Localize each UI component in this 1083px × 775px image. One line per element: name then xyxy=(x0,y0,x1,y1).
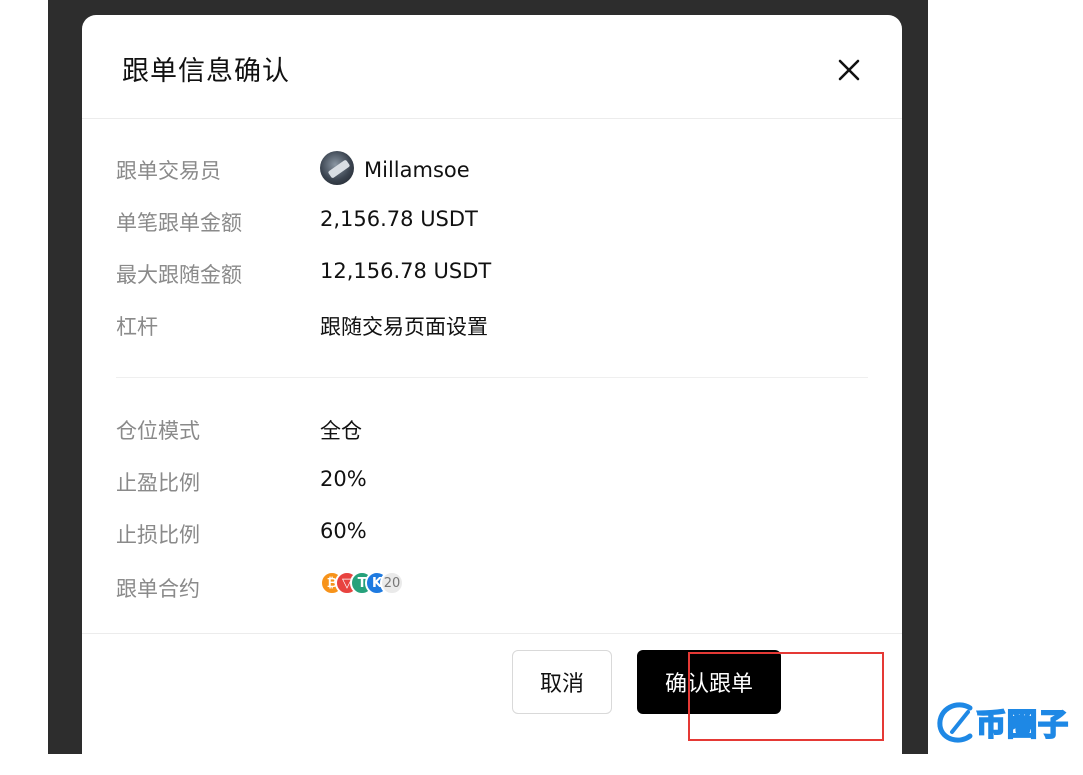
setting-row-contracts: 跟单合约 ₿ ▽ T K 20 xyxy=(116,569,876,601)
contract-coin-stack: ₿ ▽ T K 20 xyxy=(320,571,404,595)
leverage-value: 跟随交易页面设置 xyxy=(320,315,488,339)
setting-row-take-profit: 止盈比例 20% xyxy=(116,463,876,495)
contracts-label: 跟单合约 xyxy=(116,577,200,601)
detail-row-single-amount: 单笔跟单金额 2,156.78 USDT xyxy=(116,203,876,235)
take-profit-value: 20% xyxy=(320,467,367,491)
contracts-value[interactable]: ₿ ▽ T K 20 xyxy=(320,571,404,595)
setting-row-margin-mode: 仓位模式 全仓 xyxy=(116,411,876,443)
single-amount-label: 单笔跟单金额 xyxy=(116,211,242,235)
close-button[interactable] xyxy=(832,53,866,87)
confirm-follow-button[interactable]: 确认跟单 xyxy=(637,650,781,714)
dialog-title: 跟单信息确认 xyxy=(122,56,290,87)
stop-loss-label: 止损比例 xyxy=(116,523,200,547)
footer-divider xyxy=(82,633,902,634)
single-amount-value: 2,156.78 USDT xyxy=(320,207,478,231)
detail-row-leverage: 杠杆 跟随交易页面设置 xyxy=(116,307,876,339)
watermark-logo-icon xyxy=(937,702,973,743)
trader-label: 跟单交易员 xyxy=(116,159,221,183)
trader-avatar xyxy=(320,151,354,185)
margin-mode-label: 仓位模式 xyxy=(116,419,200,443)
setting-row-stop-loss: 止损比例 60% xyxy=(116,515,876,547)
watermark-text: 币圈子 xyxy=(975,707,1069,744)
detail-row-trader: 跟单交易员 Millamsoe xyxy=(116,151,876,185)
stop-loss-value: 60% xyxy=(320,519,367,543)
close-icon xyxy=(838,59,860,81)
detail-row-max-amount: 最大跟随金额 12,156.78 USDT xyxy=(116,255,876,287)
take-profit-label: 止盈比例 xyxy=(116,471,200,495)
max-amount-label: 最大跟随金额 xyxy=(116,263,242,287)
cancel-button[interactable]: 取消 xyxy=(512,650,612,714)
watermark: 币圈子 xyxy=(930,694,1080,750)
max-amount-value: 12,156.78 USDT xyxy=(320,259,492,283)
section-divider xyxy=(116,377,868,378)
margin-mode-value: 全仓 xyxy=(320,419,362,443)
trader-name: Millamsoe xyxy=(364,158,470,182)
more-contracts-count: 20 xyxy=(380,571,404,595)
dialog-header: 跟单信息确认 xyxy=(82,15,902,119)
leverage-label: 杠杆 xyxy=(116,315,158,339)
trader-value[interactable]: Millamsoe xyxy=(320,151,470,185)
